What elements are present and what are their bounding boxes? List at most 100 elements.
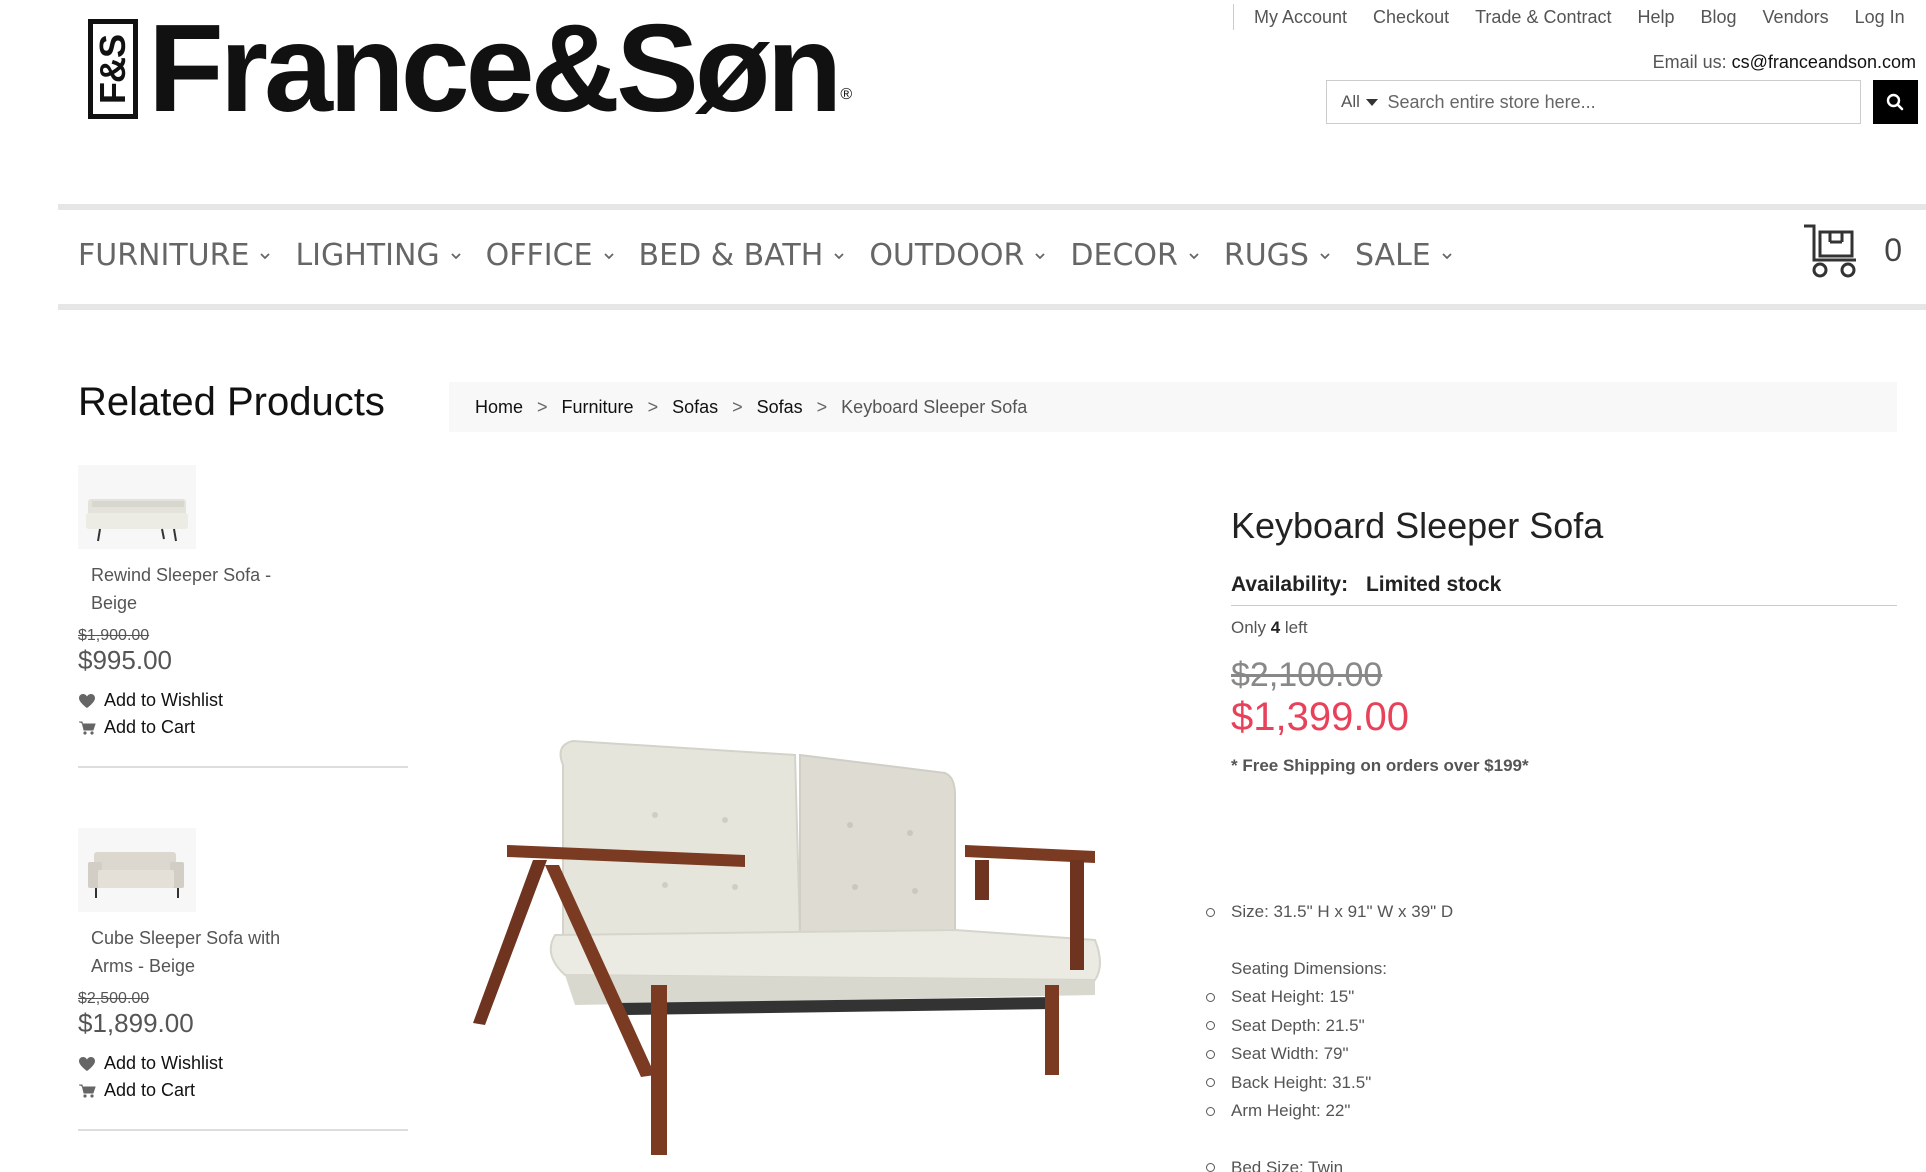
shopping-cart-icon	[1804, 224, 1857, 278]
bullet	[1206, 1021, 1215, 1031]
my-account-link[interactable]: My Account	[1254, 7, 1347, 28]
nav-item-outdoor[interactable]: OUTDOOR	[869, 238, 1046, 273]
blog-link[interactable]: Blog	[1701, 7, 1737, 28]
sale-price: $1,899.00	[78, 1008, 194, 1038]
add-to-cart-label: Add to Cart	[104, 1080, 196, 1100]
spec-item: Seat Width: 79"	[1206, 1040, 1453, 1069]
sofa-thumbnail-image	[86, 499, 188, 542]
stock-suffix: left	[1284, 618, 1308, 637]
registered-mark: ®	[840, 86, 853, 103]
availability: Availability: Limited stock	[1231, 573, 1897, 606]
search-button[interactable]	[1872, 80, 1919, 124]
chevron-down-icon	[1035, 252, 1046, 259]
availability-value: Limited stock	[1365, 573, 1502, 596]
search-input[interactable]	[1385, 80, 1861, 124]
add-to-wishlist-label: Add to Wishlist	[104, 1053, 224, 1073]
stock-remaining: Only 4 left	[1231, 618, 1897, 638]
product-thumbnail[interactable]	[78, 465, 196, 549]
seating-heading: Seating Dimensions:	[1231, 958, 1387, 978]
main-nav: FURNITURE LIGHTING OFFICE BED & BATH OUT…	[58, 204, 1926, 310]
search-icon	[1887, 93, 1904, 111]
email-address[interactable]: cs@franceandson.com	[1732, 52, 1916, 72]
login-link[interactable]: Log In	[1855, 7, 1905, 28]
add-to-wishlist-button[interactable]: Add to Wishlist	[78, 1053, 408, 1074]
shipping-note: * Free Shipping on orders over $199*	[1231, 756, 1529, 775]
help-link[interactable]: Help	[1637, 7, 1674, 28]
breadcrumb-home[interactable]: Home	[475, 397, 523, 418]
sale-price: $995.00	[78, 645, 172, 675]
product-main-image[interactable]	[455, 515, 1145, 1172]
caret-down-icon	[1365, 98, 1378, 106]
sale-price: $1,399.00	[1231, 695, 1409, 739]
spec-item: Back Height: 31.5"	[1206, 1069, 1453, 1098]
old-price: $2,500.00	[78, 990, 150, 1007]
bullet	[1206, 992, 1215, 1002]
old-price: $2,100.00	[1231, 656, 1383, 694]
nav-item-bed-bath[interactable]: BED & BATH	[639, 238, 846, 273]
breadcrumb-sofas[interactable]: Sofas	[672, 397, 718, 418]
bullet	[1206, 1106, 1215, 1116]
chevron-down-icon	[1189, 252, 1199, 259]
cart-icon	[79, 1084, 96, 1098]
chevron-down-icon	[603, 252, 614, 259]
chevron-down-icon	[260, 252, 271, 259]
trade-contract-link[interactable]: Trade & Contract	[1475, 7, 1611, 28]
nav-item-rugs[interactable]: RUGS	[1224, 238, 1331, 273]
chevron-down-icon	[1442, 252, 1452, 259]
breadcrumb: Home > Furniture > Sofas > Sofas > Keybo…	[449, 382, 1897, 432]
nav-item-sale[interactable]: SALE	[1355, 238, 1453, 273]
sleeper-sofa-image	[473, 739, 1101, 1155]
chevron-down-icon	[1320, 252, 1330, 259]
add-to-wishlist-label: Add to Wishlist	[104, 690, 224, 710]
search-category-select[interactable]: All	[1326, 80, 1386, 124]
spec-item: Seat Height: 15"	[1206, 983, 1453, 1012]
stock-prefix: Only	[1231, 618, 1266, 637]
product-title: Keyboard Sleeper Sofa	[1231, 505, 1604, 546]
cart-button[interactable]: 0	[1802, 222, 1902, 280]
add-to-cart-label: Add to Cart	[104, 717, 196, 737]
breadcrumb-separator: >	[816, 396, 828, 417]
nav-item-lighting[interactable]: LIGHTING	[295, 238, 461, 273]
cart-icon	[79, 721, 96, 735]
nav-item-office[interactable]: OFFICE	[486, 238, 615, 273]
spec-item: Arm Height: 22"	[1206, 1097, 1453, 1126]
divider	[78, 1129, 408, 1131]
bullet	[1206, 907, 1215, 917]
product-thumbnail[interactable]	[78, 828, 196, 912]
checkout-link[interactable]: Checkout	[1373, 7, 1449, 28]
nav-item-furniture[interactable]: FURNITURE	[78, 238, 271, 273]
product-name-link[interactable]: Rewind Sleeper Sofa - Beige	[91, 561, 311, 617]
site-logo[interactable]: F&S France&Søn ®	[88, 7, 853, 131]
spec-item: Seat Depth: 21.5"	[1206, 1012, 1453, 1041]
product-specs: Size: 31.5" H x 91" W x 39" D Seating Di…	[1206, 898, 1453, 1172]
divider	[78, 766, 408, 768]
product-name-link[interactable]: Cube Sleeper Sofa with Arms - Beige	[91, 924, 311, 980]
add-to-cart-button[interactable]: Add to Cart	[78, 717, 408, 738]
top-links: My Account Checkout Trade & Contract Hel…	[1233, 4, 1926, 30]
nav-item-decor[interactable]: DECOR	[1070, 238, 1199, 273]
availability-label: Availability:	[1231, 573, 1349, 596]
breadcrumb-separator: >	[647, 396, 659, 417]
breadcrumb-furniture[interactable]: Furniture	[562, 397, 634, 418]
add-to-wishlist-button[interactable]: Add to Wishlist	[78, 690, 408, 711]
logo-mark: F&S	[88, 19, 138, 119]
email-label: Email us:	[1652, 52, 1727, 72]
related-products-title: Related Products	[78, 380, 385, 424]
heart-icon	[79, 1056, 95, 1071]
stock-count: 4	[1270, 618, 1281, 637]
chevron-down-icon	[834, 252, 844, 259]
search-category-value: All	[1341, 92, 1360, 111]
bullet	[1206, 1049, 1215, 1059]
vendors-link[interactable]: Vendors	[1763, 7, 1829, 28]
sofa-thumbnail-image	[88, 852, 184, 898]
related-product-card: Rewind Sleeper Sofa - Beige $1,900.00 $9…	[78, 465, 408, 768]
spec-size: Size: 31.5" H x 91" W x 39" D	[1206, 898, 1453, 927]
breadcrumb-separator: >	[732, 396, 743, 417]
add-to-cart-button[interactable]: Add to Cart	[78, 1080, 408, 1101]
cart-count: 0	[1884, 232, 1902, 268]
breadcrumb-sofas-sub[interactable]: Sofas	[757, 397, 803, 418]
old-price: $1,900.00	[78, 627, 150, 644]
spec-bed-size: Bed Size: Twin	[1206, 1154, 1453, 1172]
bullet	[1206, 1078, 1215, 1088]
search-bar: All	[1326, 80, 1919, 124]
